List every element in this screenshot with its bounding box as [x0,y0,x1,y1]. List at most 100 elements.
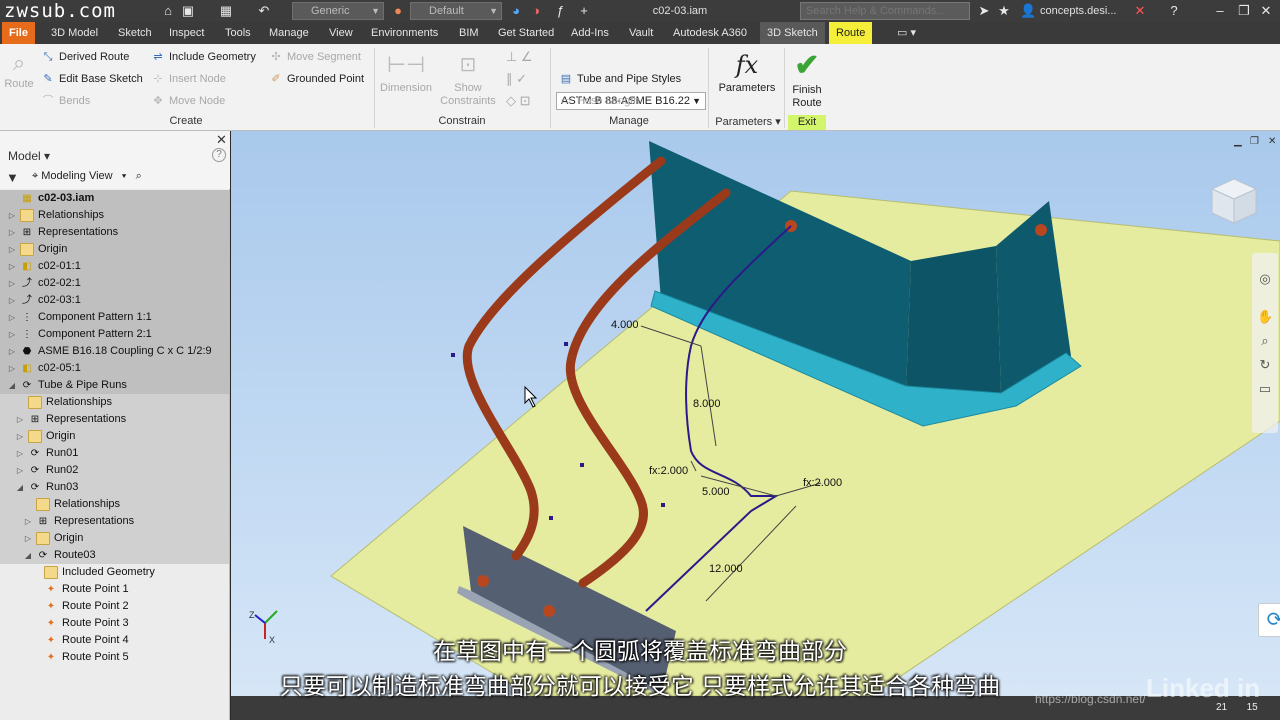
color-icon[interactable]: ◕ [508,3,524,19]
expand-triangle-icon[interactable]: ▷ [24,530,32,547]
hose-length-button[interactable]: ▭ Hose Length [558,93,640,109]
close-icon[interactable]: ✕ [1258,3,1274,19]
tree-item[interactable]: Included Geometry [0,564,229,581]
filter-icon[interactable]: ▼ [6,170,19,185]
tree-item[interactable]: ▦ c02-03.iam [0,190,229,207]
appearance-select[interactable]: Default ▼ [410,2,502,20]
tab-inspect[interactable]: Inspect [162,22,211,44]
help-icon[interactable]: ? [1166,3,1182,19]
insert-node-button[interactable]: ⊹ Insert Node [150,71,225,87]
tab-vault[interactable]: Vault [622,22,660,44]
material-select[interactable]: Generic ▼ [292,2,384,20]
help-icon[interactable]: ? [212,148,226,162]
tree-item[interactable]: ▷ ⟳ Run02 [0,462,229,479]
move-node-button[interactable]: ✥ Move Node [150,93,225,109]
graphics-window[interactable]: 4.000 8.000 fx:2.000 5.000 fx:2.000 12.0… [231,131,1280,696]
expand-triangle-icon[interactable]: ▷ [8,207,16,224]
tree-item[interactable]: ▷ Origin [0,530,229,547]
close-icon[interactable]: ✕ [216,132,227,148]
tab-environments[interactable]: Environments [364,22,445,44]
tab-manage[interactable]: Manage [262,22,316,44]
user-icon[interactable]: 👤 [1020,3,1036,19]
grounded-point-button[interactable]: ✐ Grounded Point [268,71,364,87]
constraint-lock-icon[interactable]: ◇ ⊡ [506,93,531,109]
expand-triangle-icon[interactable]: ▷ [8,275,16,292]
show-constraints-button[interactable]: ⊡ Show Constraints [438,48,498,108]
expand-triangle-icon[interactable]: ▷ [8,292,16,309]
search-help-input[interactable] [800,2,970,20]
tree-item[interactable]: ▷ ⤴ c02-03:1 [0,292,229,309]
move-segment-button[interactable]: ✣ Move Segment [268,49,361,65]
expand-triangle-icon[interactable]: ▷ [8,224,16,241]
viewport-restore-icon[interactable]: ❐ [1250,136,1259,147]
edit-base-sketch-button[interactable]: ✎ Edit Base Sketch [40,71,142,87]
exchange-icon[interactable]: ✕ [1132,3,1148,19]
minimize-icon[interactable]: – [1212,3,1228,19]
user-name[interactable]: concepts.desi... [1040,0,1116,22]
search-icon[interactable]: ⌕ [136,170,142,182]
tree-item[interactable]: ▷ Relationships [0,207,229,224]
tab-autodesk-a360[interactable]: Autodesk A360 [666,22,754,44]
tree-item-route-point[interactable]: ✦ Route Point 1 [0,581,229,598]
expand-triangle-icon[interactable]: ▷ [16,428,24,445]
tree-item[interactable]: ◢ ⟳ Route03 [0,547,229,564]
viewport-minimize-icon[interactable]: ▁ [1234,136,1242,147]
tree-item[interactable]: ▷ ⬣ ASME B16.18 Coupling C x C 1/2:9 [0,343,229,360]
tab-route[interactable]: Route [829,22,873,44]
tree-item[interactable]: ◢ ⟳ Tube & Pipe Runs [0,377,229,394]
expand-triangle-icon[interactable]: ▷ [8,258,16,275]
zoom-icon[interactable]: ⌕ [1257,333,1273,349]
expand-triangle-icon[interactable]: ▷ [8,241,16,258]
restore-icon[interactable]: ❐ [1236,3,1252,19]
tree-item[interactable]: ▷ ⊞ Representations [0,411,229,428]
tab-tools[interactable]: Tools [218,22,258,44]
tree-item[interactable]: ▷ ◧ c02-05:1 [0,360,229,377]
expand-triangle-icon[interactable]: ▷ [8,343,16,360]
tree-item[interactable]: Relationships [0,394,229,411]
tab-sketch[interactable]: Sketch [111,22,159,44]
route-button[interactable]: ⌕ Route [3,48,35,91]
dimension-button[interactable]: ⊢⊣ Dimension [378,48,434,95]
expand-triangle-icon[interactable]: ▷ [16,445,24,462]
tab-get-started[interactable]: Get Started [491,22,561,44]
include-geometry-button[interactable]: ⇌ Include Geometry [150,49,255,65]
tube-pipe-styles-button[interactable]: ▤ Tube and Pipe Styles [558,71,681,87]
collapse-triangle-icon[interactable]: ◢ [24,547,32,564]
tree-item[interactable]: ▷ ⟳ Run01 [0,445,229,462]
viewcube[interactable] [1204,171,1264,231]
expand-triangle-icon[interactable]: ▷ [16,411,24,428]
tree-item[interactable]: ▷ ⋮ Component Pattern 1:1 [0,309,229,326]
tree-item[interactable]: ▷ Origin [0,241,229,258]
expand-triangle-icon[interactable]: ▷ [8,309,16,326]
view-select[interactable]: ⌖ Modeling View ▾ ⌕ [32,170,142,183]
tree-item[interactable]: ▷ ⊞ Representations [0,513,229,530]
fx-icon[interactable]: ƒ [552,3,568,19]
constraint-parallel-icon[interactable]: ∥ ✓ [506,71,527,87]
parameters-panel-dropdown[interactable]: Parameters ▾ [712,115,784,128]
finish-route-button[interactable]: ✔ Finish Route [788,48,826,110]
measure-icon[interactable]: + [576,3,592,19]
viewport-close-icon[interactable]: ✕ [1268,136,1276,147]
tab-view[interactable]: View [322,22,360,44]
undo-icon[interactable]: ↶ [256,3,272,19]
tree-item-route-point[interactable]: ✦ Route Point 3 [0,615,229,632]
tab-file[interactable]: File [2,22,35,44]
new-icon[interactable]: ▦ [218,3,234,19]
derived-route-button[interactable]: ⤡ Derived Route [40,49,130,65]
collapse-triangle-icon[interactable]: ◢ [16,479,24,496]
tab-3d-model[interactable]: 3D Model [44,22,105,44]
tree-item[interactable]: ▷ ⊞ Representations [0,224,229,241]
expand-triangle-icon[interactable]: ▷ [24,513,32,530]
look-at-icon[interactable]: ▭ [1257,381,1273,397]
clear-appearance-icon[interactable]: ◑ [528,3,544,19]
star-icon[interactable]: ★ [996,3,1012,19]
browser-title-dropdown[interactable]: Model ▾ [8,149,50,163]
ribbon-options-icon[interactable]: ▭ ▾ [890,22,923,44]
tree-item[interactable]: ▷ ⤴ c02-02:1 [0,275,229,292]
tree-item[interactable]: ▷ ◧ c02-01:1 [0,258,229,275]
expand-triangle-icon[interactable]: ▷ [8,360,16,377]
collapse-triangle-icon[interactable]: ◢ [8,377,16,394]
tree-item[interactable]: ◢ ⟳ Run03 [0,479,229,496]
expand-triangle-icon[interactable]: ▷ [16,462,24,479]
parameters-button[interactable]: fx Parameters [714,48,780,95]
